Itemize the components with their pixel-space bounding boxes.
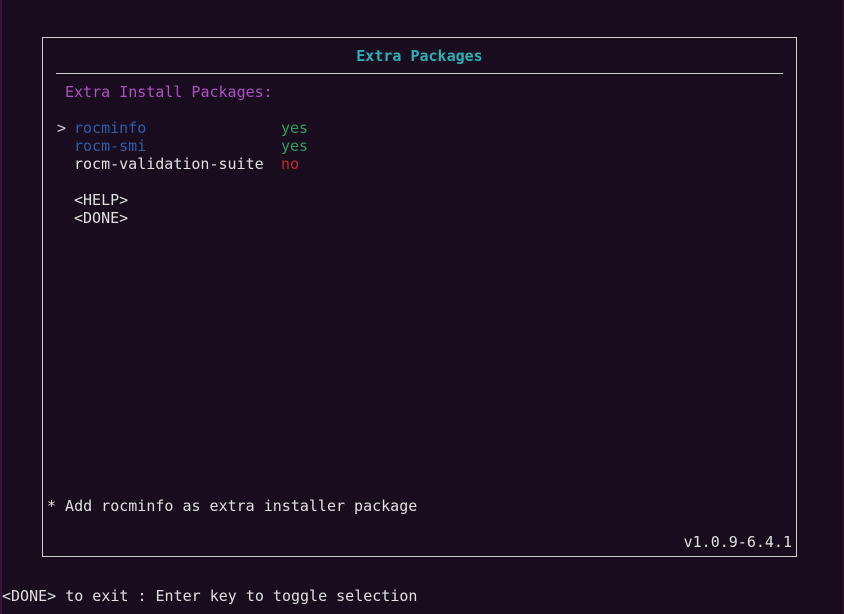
- terminal-window: Extra Packages Extra Install Packages: >…: [0, 0, 844, 614]
- extra-packages-dialog: Extra Packages Extra Install Packages: >…: [42, 37, 797, 557]
- package-name: rocm-validation-suite: [74, 155, 264, 173]
- dialog-title: Extra Packages: [356, 47, 483, 65]
- done-button[interactable]: <DONE>: [74, 209, 128, 227]
- package-toggle-value: yes: [281, 119, 309, 137]
- terminal-left-edge: [0, 0, 2, 614]
- package-name: rocm-smi: [74, 137, 147, 155]
- version-label: v1.0.9-6.4.1: [683, 533, 792, 551]
- selection-cursor: >: [57, 119, 67, 137]
- title-divider: [56, 73, 783, 74]
- section-header: Extra Install Packages:: [65, 83, 273, 101]
- help-hint-text: * Add rocminfo as extra installer packag…: [47, 497, 418, 515]
- package-toggle-value: no: [281, 155, 300, 173]
- help-button[interactable]: <HELP>: [74, 191, 128, 209]
- package-toggle-value: yes: [281, 137, 309, 155]
- status-bar-text: <DONE> to exit : Enter key to toggle sel…: [2, 587, 418, 605]
- package-name: rocminfo: [74, 119, 147, 137]
